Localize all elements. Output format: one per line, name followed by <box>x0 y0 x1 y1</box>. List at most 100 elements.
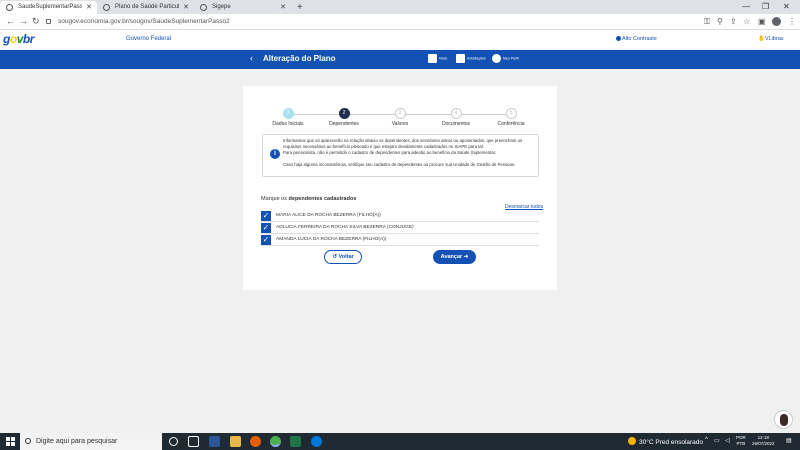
vlibras-link[interactable]: ✋VLibras <box>758 36 784 42</box>
step-label: Dados Iniciais <box>272 121 304 127</box>
page-title-bar: ‹ Alteração do Plano Início Solicitações… <box>0 50 800 69</box>
step-label: Valores <box>391 121 409 127</box>
step-label: Dependentes <box>329 121 359 127</box>
sun-icon <box>628 437 636 445</box>
language-indicator[interactable]: POR PTB <box>736 435 746 447</box>
checkbox-checked-icon[interactable]: ✓ <box>261 235 271 245</box>
dependent-row[interactable]: ✓ AMANDA LUCIA DA ROCHA BEZERRA (FILHO(A… <box>261 234 539 246</box>
windows-start-icon[interactable] <box>6 437 15 446</box>
contrast-icon <box>616 36 621 41</box>
browser-tab-bar: SaudeSuplementarPasso2 ✕ Plano de Saúde … <box>0 0 800 14</box>
info-line: Para pensionista, não é permitido o cada… <box>283 150 497 155</box>
volume-icon[interactable]: ◁ <box>725 437 730 444</box>
step-circle: 2 <box>338 108 350 119</box>
home-icon <box>428 54 437 63</box>
tray-chevron-icon[interactable]: ^ <box>705 437 708 443</box>
windows-taskbar: Digite aqui para pesquisar 30°C Pred ens… <box>0 433 800 450</box>
step-documentos[interactable]: 4 Documentos <box>426 108 486 127</box>
step-circle: 5 <box>505 108 517 119</box>
step-circle: 1 <box>282 108 294 119</box>
task-view-icon[interactable] <box>188 436 199 447</box>
sidebar-icon[interactable]: ▣ <box>758 16 766 27</box>
voltar-button[interactable]: ↺ Voltar <box>324 250 362 264</box>
browser-tab-saude-passo2[interactable]: SaudeSuplementarPasso2 ✕ <box>0 1 97 14</box>
checkbox-checked-icon[interactable]: ✓ <box>261 223 271 233</box>
step-dependentes[interactable]: 2 Dependentes <box>314 108 374 127</box>
person-icon <box>780 414 788 426</box>
url-text: sougov.economia.gov.br/sougov/SaudeSuple… <box>58 18 230 25</box>
globe-icon <box>200 4 207 11</box>
lock-icon <box>46 19 51 24</box>
step-label: Conferência <box>497 121 525 127</box>
avancar-button[interactable]: Avançar ➜ <box>433 250 476 264</box>
dependent-name: ADLUCIA FERREIRA DA ROCHA SILVA BEZERRA … <box>276 225 414 230</box>
step-circle: 3 <box>394 108 406 119</box>
notifications-icon[interactable]: ▤ <box>786 437 792 444</box>
minimize-icon[interactable]: — <box>742 0 750 13</box>
close-window-icon[interactable]: ✕ <box>783 0 790 13</box>
close-icon[interactable]: ✕ <box>86 1 92 14</box>
address-bar[interactable]: sougov.economia.gov.br/sougov/SaudeSuple… <box>44 16 694 28</box>
cortana-icon[interactable] <box>169 437 178 446</box>
step-dados-iniciais[interactable]: 1 Dados Iniciais <box>258 108 318 127</box>
tab-label: Plano de Saúde Particular - Resu <box>115 4 179 10</box>
info-line: Informamos que só aparecerão na relação … <box>283 138 523 149</box>
info-line: Caso haja alguma inconsistência, verifiq… <box>283 162 516 167</box>
dependent-name: AMANDA LUCIA DA ROCHA BEZERRA (FILHO(A)) <box>276 237 387 242</box>
browser-tab-plano-saude[interactable]: Plano de Saúde Particular - Resu ✕ <box>97 1 194 14</box>
govbr-logo[interactable]: govbr <box>3 32 34 46</box>
high-contrast-toggle[interactable]: Alto Contraste <box>616 36 657 42</box>
info-icon: i <box>270 149 280 159</box>
forward-icon[interactable]: → <box>19 16 28 27</box>
document-icon <box>456 54 465 63</box>
key-icon[interactable]: ⚿ <box>704 16 710 27</box>
excel-icon[interactable] <box>290 436 301 447</box>
nav-item-meu-perfil[interactable]: Meu Perfil <box>492 54 519 63</box>
globe-icon <box>6 4 13 11</box>
back-icon[interactable]: ← <box>6 16 15 27</box>
menu-dots-icon[interactable]: ⋮ <box>788 16 796 27</box>
taskbar-clock[interactable]: 12:18 26/07/2022 <box>752 435 775 447</box>
weather-widget[interactable]: 30°C Pred ensolarado <box>628 437 703 446</box>
close-icon[interactable]: ✕ <box>183 1 189 14</box>
maximize-icon[interactable]: ❐ <box>762 0 769 13</box>
reload-icon[interactable]: ↻ <box>32 16 40 27</box>
chrome-icon[interactable] <box>270 436 281 447</box>
step-valores[interactable]: 3 Valores <box>370 108 430 127</box>
edge-icon[interactable] <box>311 436 322 447</box>
bookmark-star-icon[interactable]: ☆ <box>743 16 750 27</box>
info-message: i Informamos que só aparecerão na relaçã… <box>262 134 539 177</box>
user-icon <box>492 54 501 63</box>
new-tab-button[interactable]: + <box>291 1 309 14</box>
nav-item-inicio[interactable]: Início <box>428 54 447 63</box>
search-icon <box>25 438 31 444</box>
browser-tab-sigepe[interactable]: Sigepe ✕ <box>194 1 291 14</box>
share-icon[interactable]: ⇪ <box>730 16 737 27</box>
globe-icon <box>103 4 110 11</box>
main-card: 1 Dados Iniciais 2 Dependentes 3 Valores… <box>243 86 557 290</box>
arrow-right-icon: ➜ <box>463 254 469 260</box>
tab-label: Sigepe <box>212 4 231 10</box>
back-arrow-icon[interactable]: ‹ <box>250 53 253 63</box>
page-title: Alteração do Plano <box>263 54 336 63</box>
step-conferencia[interactable]: 5 Conferência <box>481 108 541 127</box>
nav-item-solicitacoes[interactable]: Solicitações <box>456 54 486 63</box>
taskbar-search-input[interactable]: Digite aqui para pesquisar <box>20 433 162 450</box>
network-icon[interactable]: ▭ <box>714 437 720 444</box>
firefox-icon[interactable] <box>250 436 261 447</box>
gov-header: govbr Governo Federal Alto Contraste ✋VL… <box>0 30 800 50</box>
governo-federal-label: Governo Federal <box>126 36 172 42</box>
dependent-row[interactable]: ✓ ADLUCIA FERREIRA DA ROCHA SILVA BEZERR… <box>261 222 539 234</box>
zoom-icon[interactable]: ⚲ <box>717 16 723 27</box>
word-icon[interactable] <box>209 436 220 447</box>
dependent-row[interactable]: ✓ MARIA ALICE DA ROCHA BEZERRA (FILHO(A)… <box>261 210 539 222</box>
info-text: Informamos que só aparecerão na relação … <box>283 138 537 168</box>
step-label: Documentos <box>441 121 471 127</box>
step-circle: 4 <box>450 108 462 119</box>
assistant-avatar[interactable] <box>774 410 793 429</box>
undo-icon: ↺ <box>332 254 337 260</box>
profile-avatar-icon[interactable] <box>772 17 781 26</box>
checkbox-checked-icon[interactable]: ✓ <box>261 211 271 221</box>
close-icon[interactable]: ✕ <box>280 1 286 14</box>
file-explorer-icon[interactable] <box>230 436 241 447</box>
